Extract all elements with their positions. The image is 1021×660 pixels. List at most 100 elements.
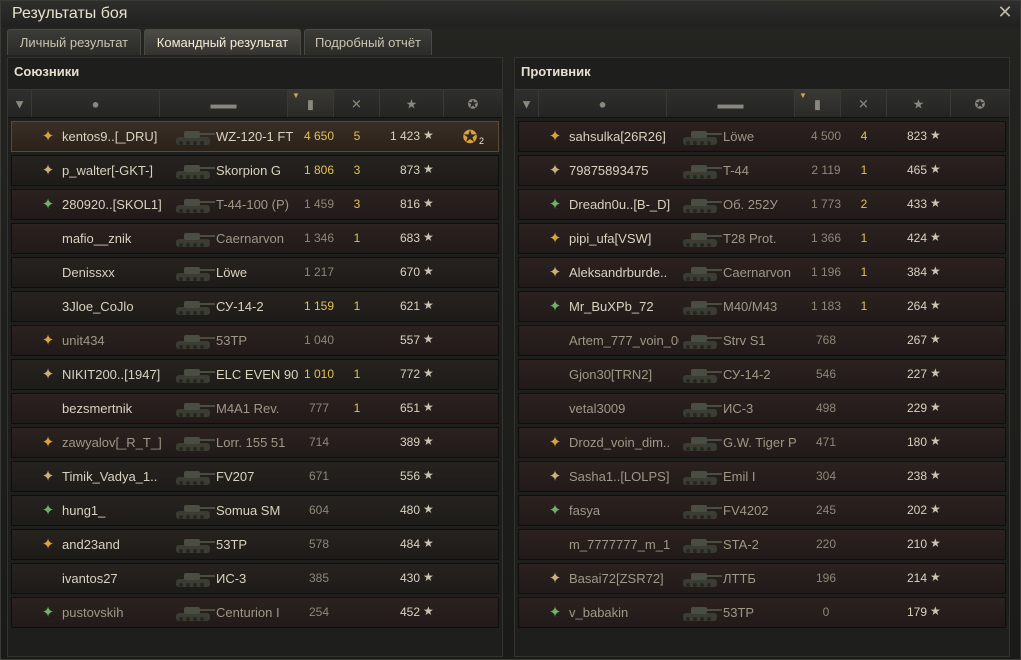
tank-name: СУ-14-2 <box>216 299 264 314</box>
medal-icon[interactable]: ✪ 2 <box>458 125 484 149</box>
player-name: 280920..[SKOL1] <box>62 197 162 212</box>
player-row[interactable]: ✦ pipi_ufa[VSW] T28 Prot. 1 366 1 424 ★ <box>518 223 1006 254</box>
tank-name: Centurion I <box>216 605 280 620</box>
tank-name: STA-2 <box>723 537 759 552</box>
tank-column-header[interactable]: ▬▬ <box>160 90 288 117</box>
tab-detailed-report[interactable]: Подробный отчёт <box>304 29 432 55</box>
xp-star-icon: ★ <box>930 264 941 278</box>
player-row[interactable]: Gjon30[TRN2] СУ-14-2 546 227 ★ <box>518 359 1006 390</box>
player-name: mafio__znik <box>62 231 132 246</box>
player-row[interactable]: ✦ NIKIT200..[1947] ELC EVEN 90 1 010 1 772 ★ <box>11 359 499 390</box>
kills-column-header[interactable]: ✕ <box>841 90 887 117</box>
player-row[interactable]: ✦ zawyalov[_R_T_] Lorr. 155 51 714 389 ★ <box>11 427 499 458</box>
player-row[interactable]: ✦ p_walter[-GKT-] Skorpion G 1 806 3 873 ★ <box>11 155 499 186</box>
player-name: Artem_777_voin_000 <box>569 333 679 348</box>
player-name: pustovskih <box>62 605 124 620</box>
kills-value: 3 <box>353 163 361 177</box>
player-row[interactable]: ✦ fasya FV4202 245 202 ★ <box>518 495 1006 526</box>
tank-name: Löwe <box>216 265 248 280</box>
xp-star-icon: ★ <box>930 400 941 414</box>
player-row[interactable]: Denissxx Löwe 1 217 670 ★ <box>11 257 499 288</box>
xp-value: 452 <box>399 605 420 619</box>
player-row[interactable]: bezsmertnik M4A1 Rev. 777 1 651 ★ <box>11 393 499 424</box>
damage-value: 196 <box>815 571 837 585</box>
tank-name: T-44-100 (P) <box>216 197 289 212</box>
player-row[interactable]: ✦ sahsulka[26R26] Löwe 4 500 4 823 ★ <box>518 121 1006 152</box>
player-row[interactable]: mafio__znik Caernarvon 1 346 1 683 ★ <box>11 223 499 254</box>
damage-value: 578 <box>308 537 330 551</box>
tank-silhouette-icon <box>172 261 216 285</box>
tank-name: ЛТТБ <box>723 571 756 586</box>
player-row[interactable]: ✦ Drozd_voin_dim.. G.W. Tiger P 471 180 ★ <box>518 427 1006 458</box>
class-badge-icon: ✦ <box>548 604 562 621</box>
player-row[interactable]: ✦ Timik_Vadya_1.. FV207 671 556 ★ <box>11 461 499 492</box>
kills-value: 1 <box>860 231 868 245</box>
player-row[interactable]: Artem_777_voin_000 Strv S1 768 267★ <box>518 325 1006 356</box>
close-icon[interactable]: ✕ <box>996 3 1014 21</box>
player-row[interactable]: vetal3009 ИС-3 498 229 ★ <box>518 393 1006 424</box>
player-name: 3Jloe_CoJlo <box>62 299 134 314</box>
xp-value: 179 <box>906 605 927 619</box>
tank-name: 53TP <box>723 605 755 620</box>
player-column-header[interactable]: ● <box>32 90 160 117</box>
player-row[interactable]: ivantos27 ИС-3 385 430 ★ <box>11 563 499 594</box>
tank-silhouette-icon <box>172 397 216 421</box>
squad-column-header[interactable]: ▼ <box>8 90 32 117</box>
kills-value: 3 <box>353 197 361 211</box>
achievement-column-header[interactable]: ✪ <box>951 90 1009 117</box>
player-row[interactable]: ✦ 280920..[SKOL1] T-44-100 (P) 1 459 3 816 ★ <box>11 189 499 220</box>
xp-star-icon: ★ <box>930 604 941 618</box>
xp-star-icon: ★ <box>405 96 418 111</box>
tab-team-result[interactable]: Командный результат <box>144 29 301 55</box>
xp-star-icon: ★ <box>423 468 434 482</box>
damage-value: 546 <box>815 367 837 381</box>
player-name: NIKIT200..[1947] <box>62 367 161 382</box>
xp-star-icon: ★ <box>423 570 434 584</box>
xp-column-header[interactable]: ★ <box>380 90 444 117</box>
player-row[interactable]: ✦ Basai72[ZSR72] ЛТТБ 196 214 ★ <box>518 563 1006 594</box>
player-row[interactable]: ✦ Aleksandrburde.. Caernarvon 1 196 1 384 ★ <box>518 257 1006 288</box>
player-name: hung1_ <box>62 503 106 518</box>
player-row[interactable]: ✦ v_babakin 53TP 0 179 ★ <box>518 597 1006 628</box>
damage-value: 1 196 <box>810 265 842 279</box>
kills-value: 4 <box>860 129 868 143</box>
player-row[interactable]: ✦ Sasha1..[LOLPS] Emil I 304 238 ★ <box>518 461 1006 492</box>
tank-silhouette-icon <box>679 397 723 421</box>
title-bar[interactable]: Результаты боя ✕ <box>1 1 1020 27</box>
player-name: Basai72[ZSR72] <box>569 571 664 586</box>
tab-personal-result[interactable]: Личный результат <box>7 29 141 55</box>
damage-icon: ▮ <box>306 96 315 111</box>
tank-silhouette-icon <box>679 125 723 149</box>
player-row[interactable]: ✦ hung1_ Somua SM 604 480 ★ <box>11 495 499 526</box>
player-row[interactable]: ✦ kentos9..[_DRU] WZ-120-1 FT 4 650 5 1 423 ★ ✪… <box>11 121 499 152</box>
xp-column-header[interactable]: ★ <box>887 90 951 117</box>
allies-panel: Союзники ▼ ● ▬▬ ▼ ▮ ✕ ★ ✪ ✦ kentos9..[_DRU… <box>7 57 503 657</box>
player-name: Drozd_voin_dim.. <box>569 435 671 450</box>
player-row[interactable]: ✦ and23and 53TP 578 484 ★ <box>11 529 499 560</box>
kills-column-header[interactable]: ✕ <box>334 90 380 117</box>
tank-silhouette-icon <box>679 193 723 217</box>
tank-silhouette-icon <box>679 601 723 625</box>
damage-value: 1 159 <box>303 299 335 313</box>
player-row[interactable]: ✦ pustovskih Centurion I 254 452 ★ <box>11 597 499 628</box>
player-row[interactable]: m_7777777_m_1 STA-2 220 210 ★ <box>518 529 1006 560</box>
tank-name: ELC EVEN 90 <box>216 367 299 382</box>
damage-column-header[interactable]: ▼ ▮ <box>288 90 334 117</box>
damage-column-header[interactable]: ▼ ▮ <box>795 90 841 117</box>
achievement-column-header[interactable]: ✪ <box>444 90 502 117</box>
xp-star-icon: ★ <box>930 332 941 346</box>
tank-silhouette-icon <box>679 329 723 353</box>
player-icon: ● <box>91 96 100 111</box>
player-row[interactable]: ✦ 79875893475 T-44 2 119 1 465 ★ <box>518 155 1006 186</box>
xp-value: 267 <box>906 333 927 347</box>
class-badge-icon: ✦ <box>41 196 55 213</box>
player-row[interactable]: ✦ Dreadn0u..[B-_D] Об. 252У 1 773 2 433 ★ <box>518 189 1006 220</box>
squad-column-header[interactable]: ▼ <box>515 90 539 117</box>
class-badge-icon: ✦ <box>548 196 562 213</box>
player-column-header[interactable]: ● <box>539 90 667 117</box>
squad-icon: ▼ <box>13 96 26 111</box>
tank-column-header[interactable]: ▬▬ <box>667 90 795 117</box>
player-row[interactable]: ✦ unit434 53TP 1 040 557 ★ <box>11 325 499 356</box>
player-row[interactable]: 3Jloe_CoJlo СУ-14-2 1 159 1 621 ★ <box>11 291 499 322</box>
player-row[interactable]: ✦ Mr_BuXPb_72 M40/M43 1 183 1 264 ★ <box>518 291 1006 322</box>
